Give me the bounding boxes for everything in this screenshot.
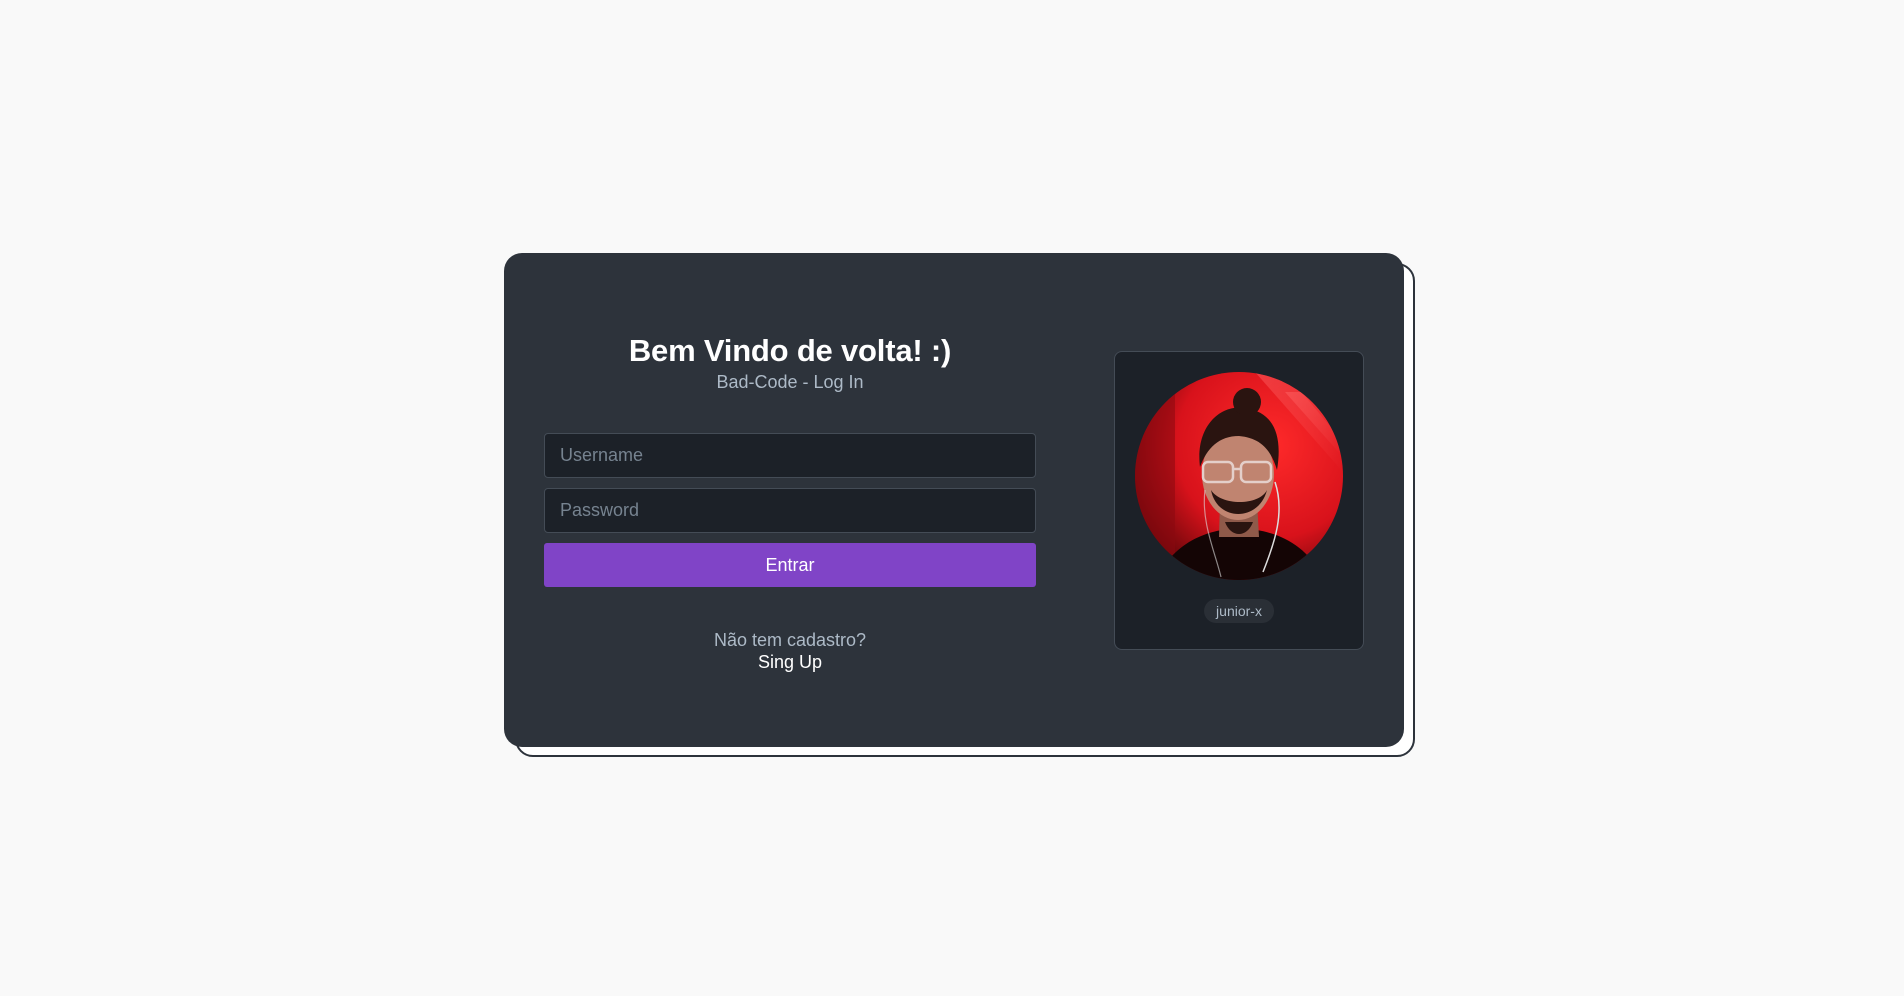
page-subtitle: Bad-Code - Log In: [716, 372, 864, 392]
username-input[interactable]: [544, 433, 1036, 478]
avatar-photo: [1135, 372, 1343, 580]
signup-link[interactable]: Sing Up: [758, 651, 822, 673]
login-form: Bem Vindo de volta! :) Bad-Code - Log In…: [544, 333, 1036, 673]
profile-handle: junior-x: [1204, 599, 1274, 623]
signup-section: Não tem cadastro? Sing Up: [544, 629, 1036, 673]
password-input[interactable]: [544, 488, 1036, 533]
page-title: Bem Vindo de volta! :): [628, 333, 952, 368]
page: Bem Vindo de volta! :) Bad-Code - Log In…: [0, 0, 1904, 996]
login-card: Bem Vindo de volta! :) Bad-Code - Log In…: [504, 253, 1404, 747]
login-button[interactable]: Entrar: [544, 543, 1036, 587]
profile-card: junior-x: [1114, 351, 1364, 650]
avatar: [1135, 372, 1343, 580]
signup-prompt: Não tem cadastro?: [713, 630, 867, 650]
